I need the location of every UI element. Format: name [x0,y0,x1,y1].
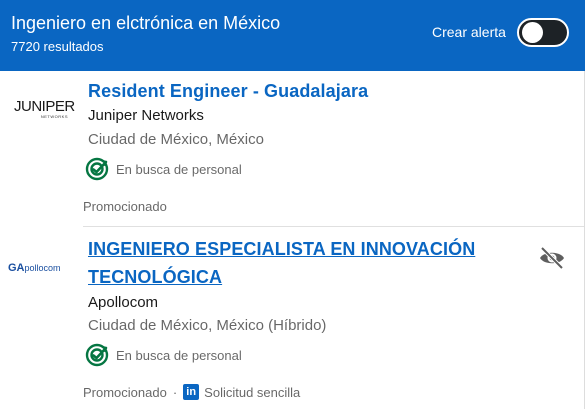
target-check-icon [85,343,109,367]
company-name: Juniper Networks [88,107,204,124]
create-alert-label: Crear alerta [432,24,506,40]
separator-dot: · [172,384,178,400]
promoted-label: Promocionado [83,199,167,214]
job-card[interactable]: GA pollocom INGENIERO ESPECIALISTA EN IN… [0,227,584,409]
results-count: 7720 resultados [11,39,104,54]
company-logo[interactable]: JUNIPER NETWORKS [14,98,75,121]
search-results-header: Ingeniero en elctrónica en México 7720 r… [0,0,585,71]
hiring-label: En busca de personal [116,161,242,177]
job-title-link[interactable]: INGENIERO ESPECIALISTA EN INNOVACIÓN TEC… [88,235,488,291]
job-footer: Promocionado · in Solicitud sencilla [83,384,300,400]
job-footer: Promocionado [83,199,167,214]
logo-mark: GA [8,262,25,274]
target-check-icon [85,157,109,181]
company-name: Apollocom [88,294,159,311]
easy-apply-label: Solicitud sencilla [204,384,301,400]
job-location: Ciudad de México, México (Híbrido) [88,317,327,334]
create-alert-toggle[interactable] [517,18,569,47]
promoted-label: Promocionado [83,384,167,400]
hiring-badge: En busca de personal [85,343,242,367]
company-logo[interactable]: GA pollocom [8,261,76,275]
toggle-knob [522,22,543,43]
logo-wordmark: pollocom [24,263,61,273]
job-card[interactable]: JUNIPER NETWORKS Resident Engineer - Gua… [0,71,584,226]
hiring-label: En busca de personal [116,347,242,363]
linkedin-icon: in [183,384,200,400]
job-location: Ciudad de México, México [88,131,264,148]
hiring-badge: En busca de personal [85,157,242,181]
eye-slash-icon[interactable] [538,246,566,270]
search-title: Ingeniero en elctrónica en México [11,13,281,33]
job-title-link[interactable]: Resident Engineer - Guadalajara [88,77,368,105]
logo-wordmark: JUNIPER [14,98,75,115]
